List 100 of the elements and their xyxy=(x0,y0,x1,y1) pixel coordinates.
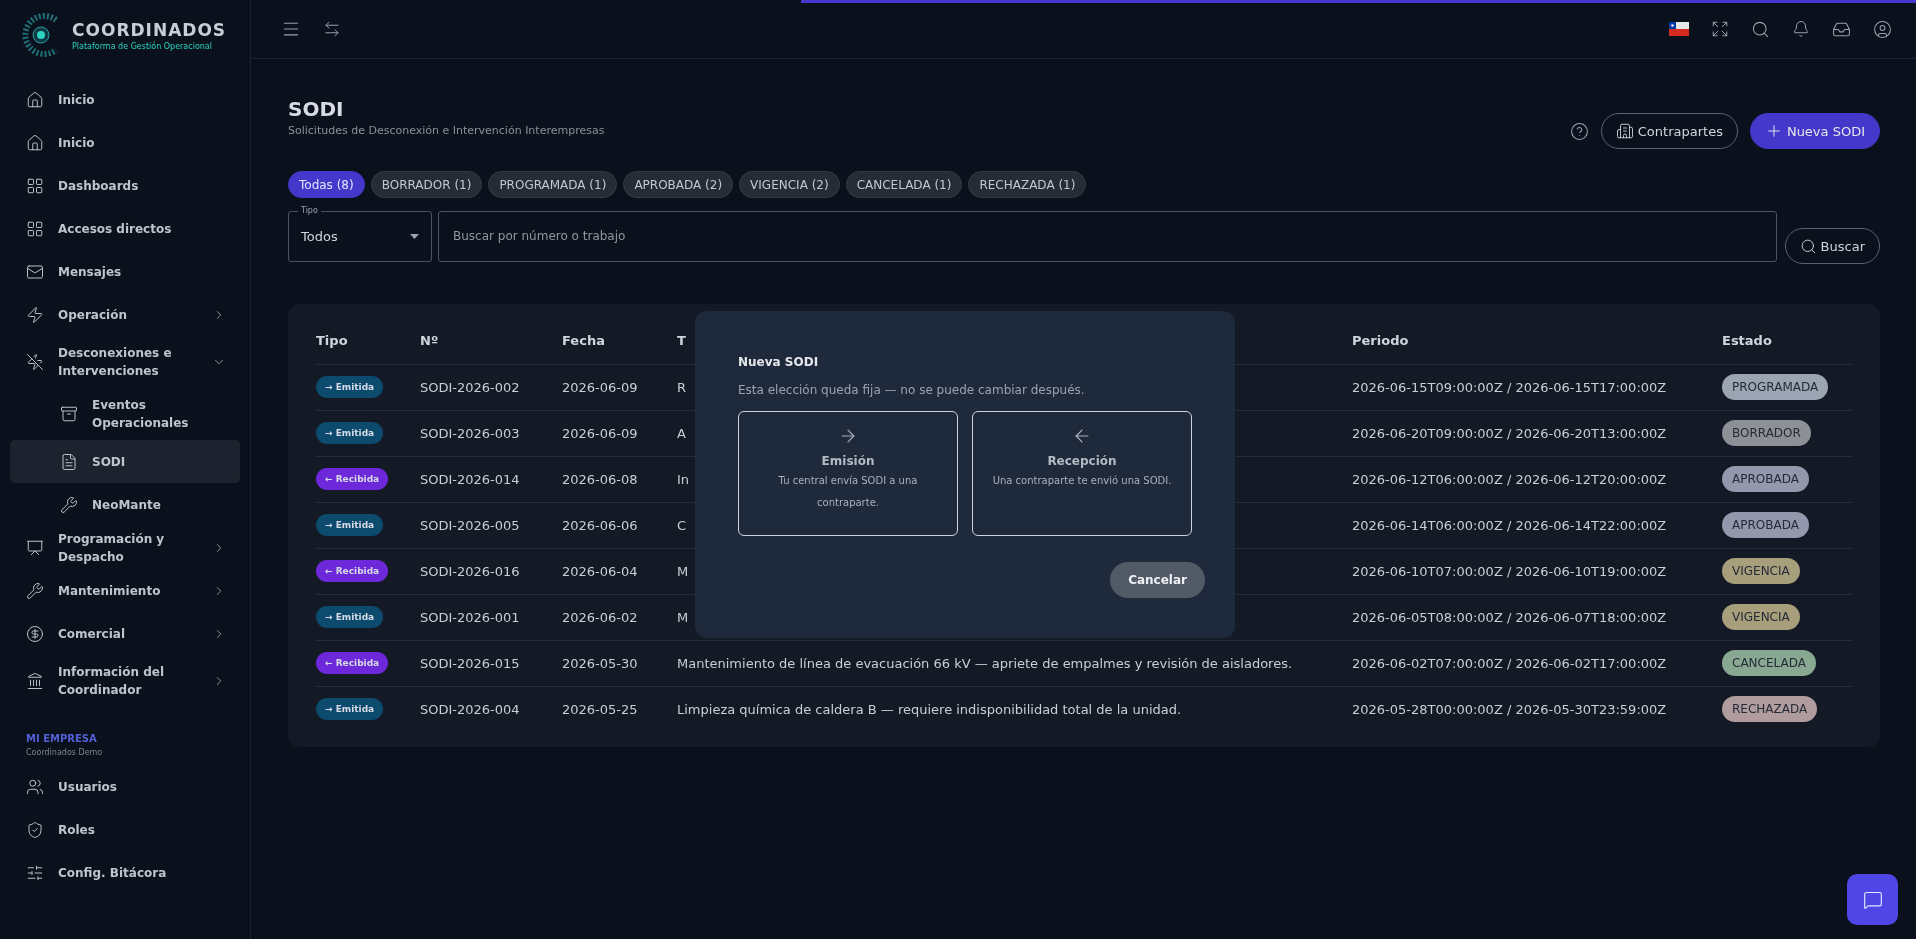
type-badge: → Emitida xyxy=(316,422,384,444)
users-icon xyxy=(26,777,44,796)
filter-chip[interactable]: VIGENCIA (2) xyxy=(739,171,840,198)
sidebar-item[interactable]: Operación xyxy=(10,293,240,336)
column-header: Estado xyxy=(1722,333,1772,349)
dialog-text: Esta elección queda fija — no se puede cambiar después. xyxy=(738,383,1086,397)
table-cell: SODI-2026-015 xyxy=(420,655,520,671)
search-field[interactable]: Buscar por número o trabajo xyxy=(438,210,1777,262)
filter-chip[interactable]: CANCELADA (1) xyxy=(845,171,963,198)
filter-chip[interactable]: APROBADA (2) xyxy=(623,171,734,198)
choice-card[interactable]: Recepción Una contraparte te envió una SODI. xyxy=(972,411,1192,536)
table-cell: 2026-05-28T00:00:00Z / 2026-05-30T23:59:00Z xyxy=(1352,701,1667,717)
filter-chip[interactable]: PROGRAMADA (1) xyxy=(488,171,618,198)
table-cell: 2026-06-09 xyxy=(562,379,638,395)
search-icon[interactable] xyxy=(1751,19,1770,39)
lightning-icon xyxy=(26,305,44,324)
bell-icon[interactable] xyxy=(1792,20,1810,38)
sidebar-item[interactable]: Inicio xyxy=(10,121,240,164)
table-cell: SODI-2026-001 xyxy=(420,609,520,625)
choice-card[interactable]: Emisión Tu central envía SODI a una contraparte. xyxy=(738,411,958,536)
table-cell: SODI-2026-016 xyxy=(420,563,520,579)
table-cell: 2026-06-14T06:00:00Z / 2026-06-14T22:00:00Z xyxy=(1352,517,1667,533)
user-icon[interactable] xyxy=(1873,19,1892,39)
table-cell: 2026-06-06 xyxy=(562,517,638,533)
status-badge: APROBADA xyxy=(1722,512,1809,538)
swap-arrows-icon[interactable] xyxy=(323,20,341,38)
table-cell: Limpieza química de caldera B — requiere indisponibilidad total de la unidad. xyxy=(677,701,1182,717)
sidebar-item[interactable]: Config. Bitácora xyxy=(10,851,240,894)
filter-chip[interactable]: Todas (8) xyxy=(288,171,365,198)
sidebar-item[interactable]: Usuarios xyxy=(10,765,240,808)
wrench-icon xyxy=(26,581,44,600)
table-cell: 2026-06-08 xyxy=(562,471,638,487)
type-badge: ← Recibida xyxy=(316,652,389,674)
crossed-lightning-icon xyxy=(26,353,44,371)
sidebar-item[interactable]: Mensajes xyxy=(10,250,240,293)
dialog-title: Nueva SODI xyxy=(738,355,820,369)
dollar-icon xyxy=(26,624,44,643)
column-header: Nº xyxy=(420,333,439,349)
sidebar-item[interactable]: Inicio xyxy=(10,78,240,121)
sidebar-item[interactable]: Roles xyxy=(10,808,240,851)
sidebar-item[interactable]: Dashboards xyxy=(10,164,240,207)
table-cell: SODI-2026-003 xyxy=(420,425,520,441)
type-badge: → Emitida xyxy=(316,514,384,536)
flag-icon[interactable] xyxy=(1669,22,1689,36)
home-icon xyxy=(26,90,44,109)
table-cell: 2026-06-05T08:00:00Z / 2026-06-07T18:00:00Z xyxy=(1352,609,1667,625)
type-badge: → Emitida xyxy=(316,698,384,720)
company-name: Coordinados Demo xyxy=(26,748,104,757)
table-cell: M xyxy=(677,609,689,625)
table-cell: 2026-05-30 xyxy=(562,655,638,671)
status-badge: VIGENCIA xyxy=(1722,604,1800,630)
table-cell: SODI-2026-005 xyxy=(420,517,520,533)
sidebar-item[interactable]: Desconexiones e Intervenciones xyxy=(10,336,240,388)
table-cell: M xyxy=(677,563,689,579)
table-cell: SODI-2026-002 xyxy=(420,379,520,395)
brand-name: COORDINADOS xyxy=(72,19,227,40)
section-heading: MI EMPRESA xyxy=(26,733,98,744)
home-icon xyxy=(26,133,44,152)
sidebar-item[interactable]: Programación y Despacho xyxy=(10,526,240,569)
table-cell: 2026-06-20T09:00:00Z / 2026-06-20T13:00:00Z xyxy=(1352,425,1667,441)
fullscreen-icon[interactable] xyxy=(1711,20,1729,38)
chat-button[interactable] xyxy=(1847,874,1898,925)
sidebar-subitem[interactable]: NeoMante xyxy=(10,483,240,526)
table-cell: 2026-06-02 xyxy=(562,609,638,625)
search-icon xyxy=(1799,237,1817,255)
sidebar-subitem[interactable]: Eventos Operacionales xyxy=(10,388,240,440)
status-badge: CANCELADA xyxy=(1722,650,1816,676)
brand-tagline: Plataforma de Gestión Operacional xyxy=(72,41,213,51)
column-header: Tipo xyxy=(316,333,348,349)
document-icon xyxy=(60,452,78,471)
filter-chip[interactable]: RECHAZADA (1) xyxy=(968,171,1087,198)
status-badge: PROGRAMADA xyxy=(1722,374,1829,400)
sidebar-item[interactable]: Accesos directos xyxy=(10,207,240,250)
help-icon[interactable] xyxy=(1569,121,1589,141)
cancel-button[interactable]: Cancelar xyxy=(1110,562,1205,598)
page-subtitle: Solicitudes de Desconexión e Intervención Interempresas xyxy=(288,124,605,137)
sidebar-item[interactable]: Información del Coordinador xyxy=(10,655,240,707)
table-cell: SODI-2026-004 xyxy=(420,701,520,717)
table-cell: 2026-06-02T07:00:00Z / 2026-06-02T17:00:00Z xyxy=(1352,655,1667,671)
column-header: Fecha xyxy=(562,333,605,349)
type-badge: → Emitida xyxy=(316,606,384,628)
column-header: Periodo xyxy=(1352,333,1409,349)
type-badge: → Emitida xyxy=(316,376,384,398)
status-badge: VIGENCIA xyxy=(1722,558,1800,584)
sidebar-item[interactable]: Mantenimiento xyxy=(10,569,240,612)
sidebar-item[interactable]: Comercial xyxy=(10,612,240,655)
building-icon xyxy=(1615,122,1634,140)
status-badge: APROBADA xyxy=(1722,466,1809,492)
status-badge: BORRADOR xyxy=(1722,420,1811,446)
sidebar-subitem[interactable]: SODI xyxy=(10,440,240,483)
presentation-board-icon xyxy=(26,538,44,557)
page-title: SODI xyxy=(288,97,345,121)
type-badge: ← Recibida xyxy=(316,468,389,490)
bank-icon xyxy=(26,672,44,690)
type-badge: ← Recibida xyxy=(316,560,389,582)
grid-icon xyxy=(26,219,44,238)
new-sodi-button[interactable]: Nueva SODI xyxy=(1749,113,1880,149)
filter-chip[interactable]: BORRADOR (1) xyxy=(370,171,483,198)
table-cell: SODI-2026-014 xyxy=(420,471,520,487)
wrench-icon xyxy=(60,495,78,514)
